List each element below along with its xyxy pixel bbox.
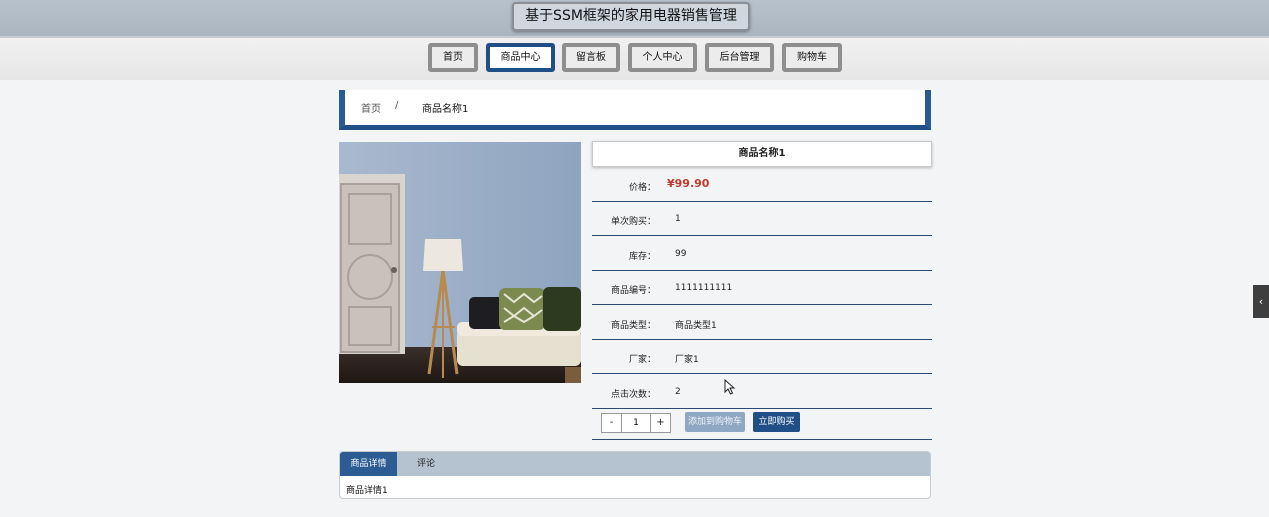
purchase-limit-row: 单次购买： 1	[592, 202, 932, 236]
product-id-row: 商品编号： 1111111111	[592, 271, 932, 305]
manufacturer-row: 厂家： 厂家1	[592, 340, 932, 374]
quantity-stepper: - +	[601, 413, 671, 433]
product-tabs: 商品详情 评论 商品详情1	[339, 451, 931, 499]
nav-item-home[interactable]: 首页	[428, 43, 478, 72]
click-count-label: 点击次数：	[610, 390, 656, 400]
nav-item-cart[interactable]: 购物车	[782, 43, 842, 72]
price-value: ¥99.90	[667, 177, 710, 190]
breadcrumb: 首页 / 商品名称1	[339, 90, 931, 130]
living-room-photo	[339, 142, 581, 383]
purchase-limit-label: 单次购买：	[610, 217, 656, 227]
top-banner: 基于SSM框架的家用电器销售管理	[0, 0, 1269, 36]
product-type-value: 商品类型1	[675, 321, 717, 331]
click-count-row: 点击次数： 2	[592, 375, 932, 409]
main-nav: 首页 商品中心 留言板 个人中心 后台管理 购物车	[0, 36, 1269, 80]
manufacturer-label: 厂家：	[628, 355, 656, 365]
quantity-decrease-button[interactable]: -	[602, 414, 622, 432]
mouse-pointer-icon	[724, 379, 736, 395]
product-image	[339, 142, 581, 383]
stock-row: 库存： 99	[592, 237, 932, 271]
product-id-value: 1111111111	[675, 283, 733, 293]
breadcrumb-separator: /	[395, 100, 399, 111]
breadcrumb-home-link[interactable]: 首页	[361, 100, 381, 115]
nav-item-admin[interactable]: 后台管理	[705, 43, 774, 72]
tab-content: 商品详情1	[346, 486, 388, 496]
purchase-limit-value: 1	[675, 214, 681, 224]
stock-value: 99	[675, 249, 687, 259]
price-row: 价格： ¥99.90	[592, 168, 932, 202]
stock-label: 库存：	[628, 252, 656, 262]
product-id-label: 商品编号：	[610, 286, 656, 296]
product-type-label: 商品类型：	[610, 321, 656, 331]
quantity-increase-button[interactable]: +	[650, 414, 670, 432]
site-title: 基于SSM框架的家用电器销售管理	[512, 2, 750, 31]
add-to-cart-button[interactable]: 添加到购物车	[685, 412, 745, 432]
click-count-value: 2	[675, 387, 681, 397]
tab-product-detail[interactable]: 商品详情	[340, 452, 397, 476]
nav-item-personal-center[interactable]: 个人中心	[628, 43, 697, 72]
product-type-row: 商品类型： 商品类型1	[592, 306, 932, 340]
breadcrumb-current: 商品名称1	[422, 104, 469, 115]
nav-item-message-board[interactable]: 留言板	[562, 43, 620, 72]
quantity-row: - + 添加到购物车 立即购买	[592, 409, 932, 440]
nav-item-product-center[interactable]: 商品中心	[486, 43, 555, 72]
chevron-left-icon[interactable]: ‹	[1253, 285, 1269, 318]
buy-now-button[interactable]: 立即购买	[753, 412, 800, 432]
product-name: 商品名称1	[592, 141, 932, 167]
tab-comments[interactable]: 评论	[402, 452, 450, 476]
manufacturer-value: 厂家1	[675, 355, 699, 365]
quantity-input[interactable]	[622, 414, 650, 432]
price-label: 价格：	[628, 183, 656, 193]
tabs-header: 商品详情 评论	[340, 452, 930, 476]
